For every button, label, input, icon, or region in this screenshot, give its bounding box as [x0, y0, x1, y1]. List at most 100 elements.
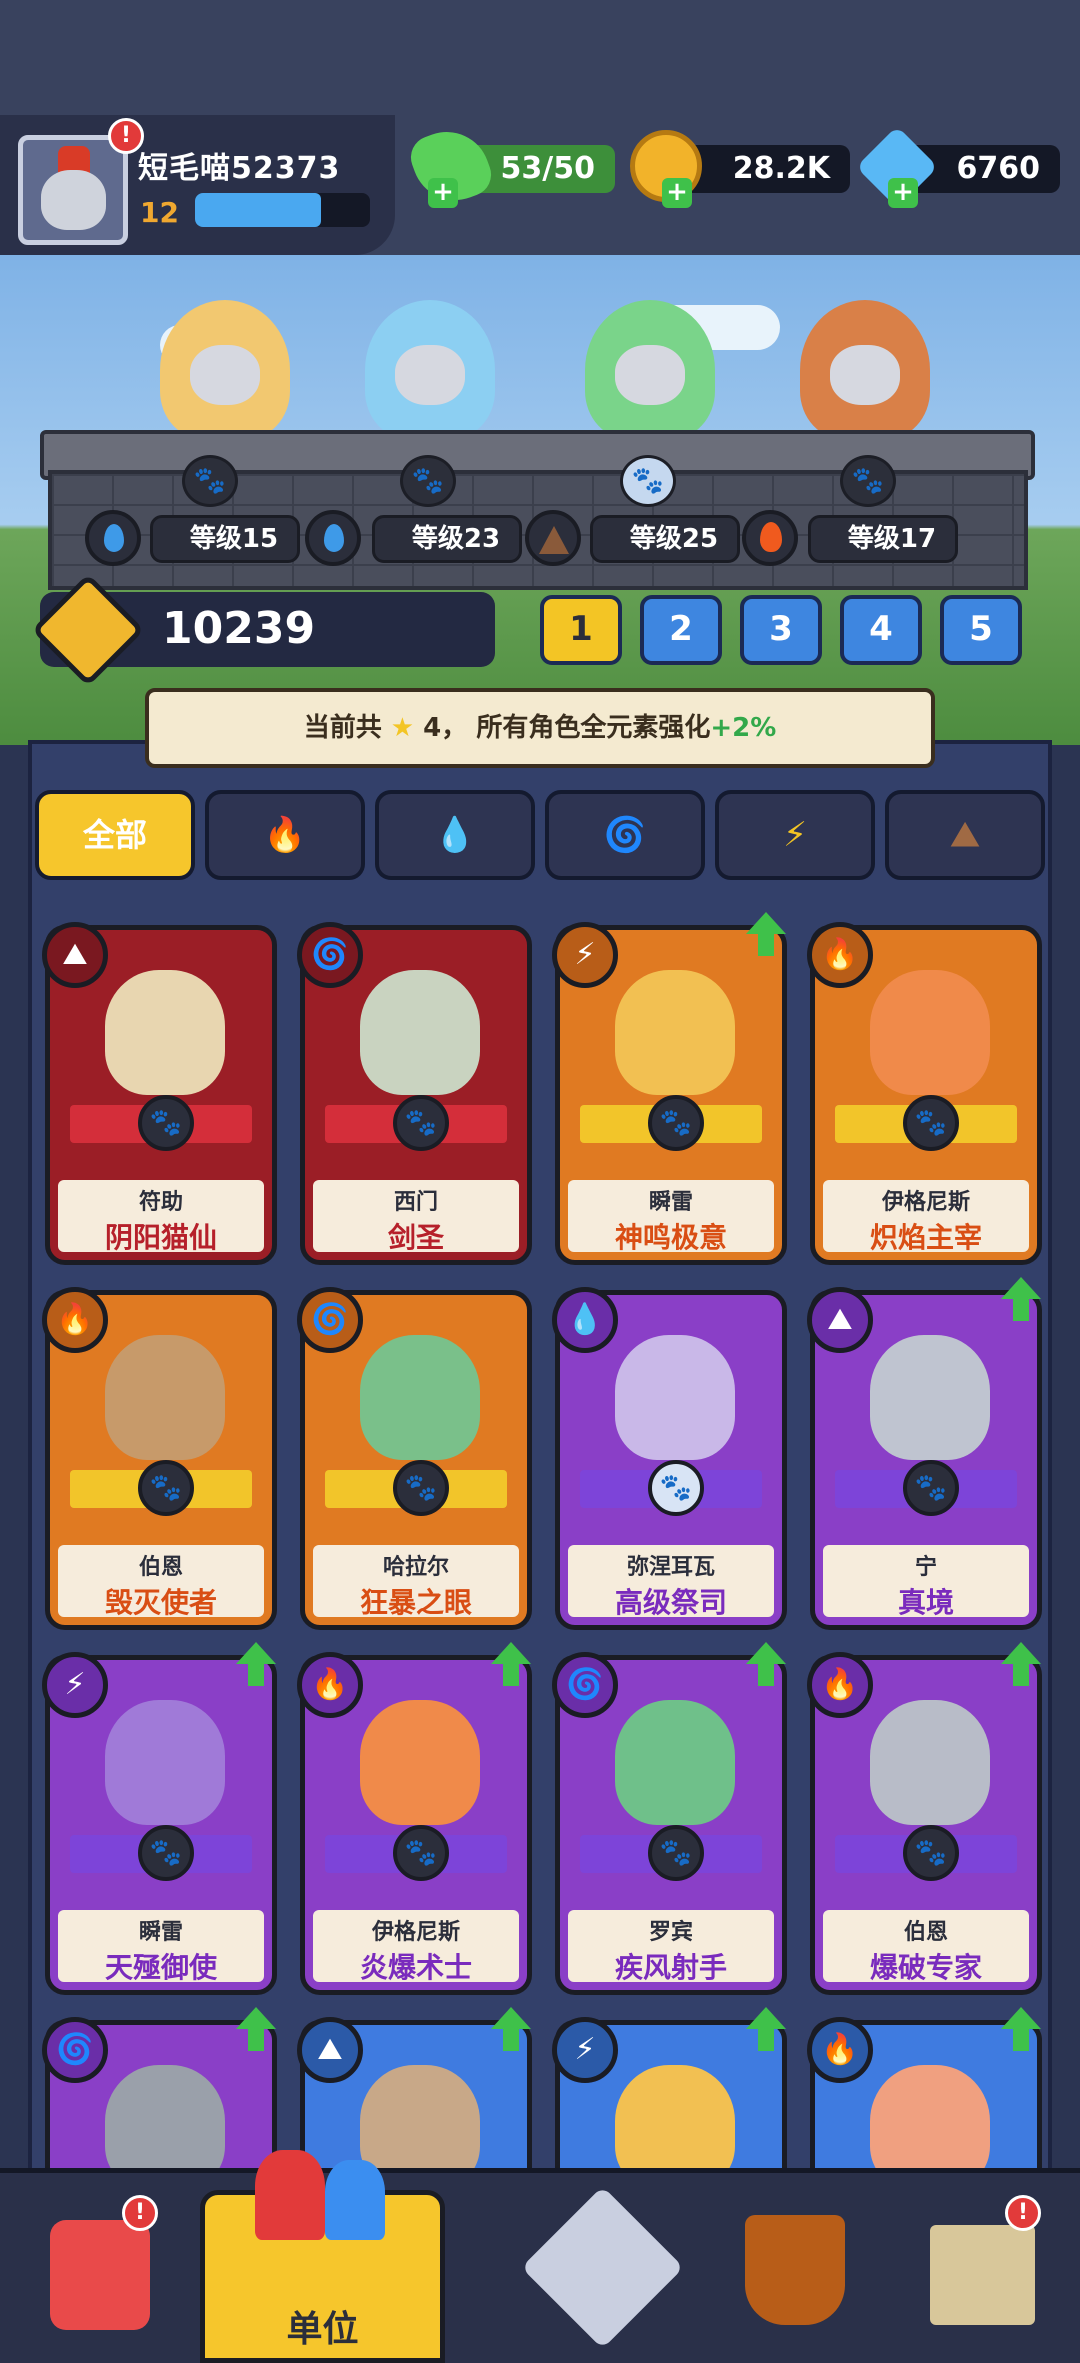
unit-title: 毁灭使者: [104, 1586, 217, 1619]
unit-title: 神鸣极意: [614, 1221, 727, 1254]
filter-lightning[interactable]: ⚡: [715, 790, 875, 880]
unit-portrait: [360, 970, 480, 1095]
banner-suffix: 所有角色全元素强化: [476, 713, 711, 743]
add-coin-button[interactable]: +: [662, 178, 692, 208]
formation-hero-3[interactable]: [585, 300, 715, 440]
units-icon: [325, 2160, 385, 2240]
filter-all[interactable]: 全部: [35, 790, 195, 880]
filter-water[interactable]: 💧: [375, 790, 535, 880]
unit-name: 瞬雷: [648, 1190, 693, 1215]
unit-name: 伯恩: [903, 1920, 948, 1945]
filter-fire[interactable]: 🔥: [205, 790, 365, 880]
unit-name: 伯恩: [138, 1555, 183, 1580]
team-button-3[interactable]: 3: [740, 595, 822, 665]
filter-earth[interactable]: ⛰: [885, 790, 1045, 880]
formation-hero-1[interactable]: [160, 300, 290, 440]
unit-title: 炽焰主宰: [869, 1221, 982, 1254]
unit-card[interactable]: 🐾 瞬雷 天殛御使 ⚡: [42, 1642, 277, 1995]
unit-title: 剑圣: [387, 1221, 444, 1254]
upgrade-arrow-icon: [236, 1642, 276, 1688]
paw-icon: 🐾: [648, 1095, 704, 1151]
units-icon: [255, 2150, 325, 2240]
team-power-value: 10239: [162, 603, 316, 654]
energy-value: 53/50: [500, 151, 595, 186]
fire-icon: 🔥: [263, 815, 307, 855]
xp-bar-fill: [195, 193, 321, 227]
element-bonus-banner: 当前共 ★ 4， 所有角色全元素强化+2%: [145, 688, 935, 768]
unit-card[interactable]: 🐾 伊格尼斯 炎爆术士 🔥: [297, 1642, 532, 1995]
player-name: 短毛喵52373: [138, 151, 341, 186]
avatar[interactable]: [18, 135, 128, 245]
unit-title: 爆破专家: [869, 1951, 982, 1984]
map-icon[interactable]: [930, 2225, 1035, 2325]
ship-icon[interactable]: [745, 2215, 845, 2325]
unit-card[interactable]: 🐾 西门 剑圣 🌀: [297, 922, 532, 1265]
team-button-5[interactable]: 5: [940, 595, 1022, 665]
unit-name: 宁: [914, 1555, 937, 1580]
gem-value: 6760: [956, 151, 1041, 186]
hero-level-label: 等级25: [590, 515, 740, 563]
unit-portrait: [360, 1335, 480, 1460]
paw-icon: 🐾: [648, 1825, 704, 1881]
units-tab-label: 单位: [286, 2309, 359, 2350]
team-button-4[interactable]: 4: [840, 595, 922, 665]
paw-icon: 🐾: [393, 1825, 449, 1881]
paw-icon: 🐾: [903, 1095, 959, 1151]
unit-card[interactable]: 🐾 伯恩 爆破专家 🔥: [807, 1642, 1042, 1995]
unit-title: 阴阳猫仙: [104, 1221, 217, 1254]
unit-card[interactable]: 🐾 罗宾 疾风射手 🌀: [552, 1642, 787, 1995]
unit-portrait: [360, 1700, 480, 1825]
unit-card[interactable]: 🐾 瞬雷神鸣极意 ⚡: [552, 912, 787, 1265]
unit-portrait: [105, 1700, 225, 1825]
card-name-area: 瞬雷 神鸣极意: [568, 1180, 774, 1254]
unit-card[interactable]: 🐾 弥涅耳瓦 高级祭司 💧: [552, 1287, 787, 1630]
card-name-area: 瞬雷 天殛御使: [58, 1910, 264, 1984]
upgrade-arrow-icon: [1001, 1277, 1041, 1323]
unit-title: 真境: [897, 1586, 954, 1619]
unit-card[interactable]: 🐾 伯恩 毁灭使者 🔥: [42, 1287, 277, 1630]
map-alert-icon: !: [1005, 2195, 1041, 2231]
unit-card[interactable]: 🐾 宁真境 ⛰: [807, 1277, 1042, 1630]
card-name-area: 伯恩 爆破专家: [823, 1910, 1029, 1984]
unit-portrait: [870, 970, 990, 1095]
unit-title: 天殛御使: [104, 1951, 217, 1984]
unit-name: 瞬雷: [138, 1920, 183, 1945]
lightning-icon: ⚡: [552, 922, 618, 988]
banner-count: 4，: [423, 713, 468, 743]
upgrade-arrow-icon: [491, 2007, 531, 2053]
card-name-area: 伊格尼斯 炎爆术士: [313, 1910, 519, 1984]
wind-icon: 🌀: [552, 1652, 618, 1718]
unit-portrait: [615, 970, 735, 1095]
add-gem-button[interactable]: +: [888, 178, 918, 208]
fire-icon: 🔥: [807, 2017, 873, 2083]
team-button-1[interactable]: 1: [540, 595, 622, 665]
home-icon[interactable]: [50, 2220, 150, 2330]
unit-name: 符助: [138, 1190, 183, 1215]
unit-card[interactable]: 🐾 伊格尼斯 炽焰主宰 🔥: [807, 922, 1042, 1265]
paw-icon: 🐾: [138, 1825, 194, 1881]
card-name-area: 西门 剑圣: [313, 1180, 519, 1254]
formation-hero-4[interactable]: [800, 300, 930, 440]
team-button-2[interactable]: 2: [640, 595, 722, 665]
filter-wind[interactable]: 🌀: [545, 790, 705, 880]
add-energy-button[interactable]: +: [428, 178, 458, 208]
banner-bonus: +2%: [710, 713, 777, 743]
unit-card[interactable]: 🐾 符助 阴阳猫仙 ⛰: [42, 922, 277, 1265]
earth-icon: ⛰: [950, 815, 980, 855]
unit-card[interactable]: 🐾 哈拉尔 狂暴之眼 🌀: [297, 1287, 532, 1630]
earth-icon: ⛰: [297, 2017, 363, 2083]
cat-avatar-icon: [41, 170, 106, 230]
unit-portrait: [615, 1335, 735, 1460]
formation-hero-2[interactable]: [365, 300, 495, 440]
paw-icon: 🐾: [393, 1460, 449, 1516]
wind-icon: 🌀: [603, 815, 647, 855]
water-icon: 💧: [552, 1287, 618, 1353]
lightning-icon: ⚡: [783, 815, 807, 855]
unit-portrait: [870, 1700, 990, 1825]
earth-icon: ⛰: [807, 1287, 873, 1353]
paw-icon: 🐾: [138, 1460, 194, 1516]
upgrade-arrow-icon: [1001, 1642, 1041, 1688]
coin-value: 28.2K: [732, 151, 830, 186]
unit-portrait: [870, 1335, 990, 1460]
water-icon: 💧: [433, 815, 477, 855]
